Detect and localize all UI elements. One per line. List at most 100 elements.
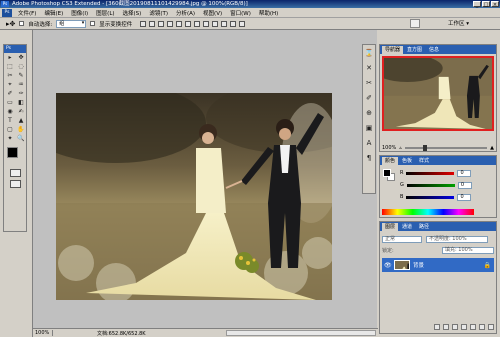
green-slider[interactable]	[406, 183, 455, 187]
align-top-icon[interactable]	[140, 20, 147, 27]
clone-source-icon[interactable]: ⊕	[365, 109, 374, 118]
menu-layer[interactable]: 图层(L)	[92, 9, 118, 17]
dodge-icon[interactable]: ◉	[5, 108, 15, 116]
menu-analysis[interactable]: 分析(A)	[172, 9, 199, 17]
distribute-hcenter-icon[interactable]	[230, 20, 237, 27]
path-select-icon[interactable]: ▲	[16, 117, 26, 125]
paragraph-icon[interactable]: ¶	[365, 154, 374, 163]
align-right-icon[interactable]	[185, 20, 192, 27]
auto-select-checkbox[interactable]	[19, 21, 25, 26]
type-icon[interactable]: T	[5, 117, 15, 125]
panel-foreground-swatch[interactable]	[383, 169, 391, 177]
eraser-icon[interactable]: ▭	[5, 99, 15, 107]
new-layer-icon[interactable]	[479, 324, 485, 330]
eyedropper-icon[interactable]: ✦	[5, 135, 15, 143]
green-value[interactable]: 0	[457, 181, 472, 189]
menu-image[interactable]: 图像(I)	[67, 9, 92, 17]
slice-icon[interactable]: ✎	[16, 72, 26, 80]
auto-select-dropdown[interactable]: 组	[56, 19, 87, 28]
new-group-icon[interactable]	[470, 324, 476, 330]
distribute-vcenter-icon[interactable]	[203, 20, 210, 27]
fill-field[interactable]: 填充: 100%	[442, 246, 494, 254]
distribute-bottom-icon[interactable]	[212, 20, 219, 27]
history-brush-icon[interactable]: ✑	[16, 90, 26, 98]
zoom-level[interactable]: 100%	[33, 330, 53, 336]
blue-slider[interactable]	[406, 195, 455, 199]
move-tool-icon[interactable]: ▸✥	[6, 20, 15, 28]
link-layers-icon[interactable]	[434, 324, 440, 330]
tab-channels[interactable]: 通道	[399, 223, 415, 231]
layer-comps-icon[interactable]: ▣	[365, 124, 374, 133]
foreground-color-swatch[interactable]	[7, 147, 18, 158]
shape-icon[interactable]: ▢	[5, 126, 15, 134]
visibility-eye-icon[interactable]: 👁	[384, 262, 392, 269]
tool-presets-icon[interactable]: ✂	[365, 79, 374, 88]
slider-handle[interactable]	[422, 144, 427, 151]
blend-mode-dropdown[interactable]: 正常	[382, 235, 422, 243]
tab-styles[interactable]: 样式	[416, 157, 432, 165]
tab-layers[interactable]: 图层	[382, 223, 399, 231]
maximize-button[interactable]: □	[482, 1, 490, 8]
menu-file[interactable]: 文件(F)	[14, 9, 40, 17]
actions-panel-icon[interactable]: ✕	[365, 64, 374, 73]
brushes-palette-icon[interactable]	[410, 19, 420, 28]
layer-mask-icon[interactable]	[452, 324, 458, 330]
marquee-icon[interactable]: ⬚	[5, 63, 15, 71]
align-hcenter-icon[interactable]	[176, 20, 183, 27]
menu-filter[interactable]: 滤镜(T)	[145, 9, 172, 17]
tab-paths[interactable]: 路径	[416, 223, 432, 231]
layer-row-background[interactable]: 👁 背景 🔒	[382, 258, 494, 272]
image-canvas[interactable]	[56, 93, 332, 300]
move-alt-icon[interactable]: ✥	[16, 54, 26, 62]
menu-select[interactable]: 选择(S)	[119, 9, 146, 17]
lasso-icon[interactable]: ◌	[16, 63, 26, 71]
hand-icon[interactable]: ✋	[16, 126, 26, 134]
red-slider[interactable]	[406, 171, 455, 175]
tab-histogram[interactable]: 直方图	[404, 46, 425, 54]
delete-layer-icon[interactable]	[488, 324, 494, 330]
healing-icon[interactable]: ⌖	[5, 81, 15, 89]
navigator-zoom-slider[interactable]	[404, 144, 488, 151]
show-transform-checkbox[interactable]	[90, 21, 96, 26]
menu-help[interactable]: 帮助(H)	[255, 9, 282, 17]
tab-navigator[interactable]: 导航器	[382, 46, 404, 54]
tab-color[interactable]: 颜色	[382, 157, 399, 165]
distribute-right-icon[interactable]	[239, 20, 246, 27]
tab-swatches[interactable]: 色板	[399, 157, 415, 165]
red-value[interactable]: 0	[457, 169, 472, 177]
zoom-out-icon[interactable]: ▵	[399, 145, 402, 151]
blue-value[interactable]: 0	[457, 193, 472, 201]
zoom-icon[interactable]: 🔍	[16, 135, 26, 143]
zoom-in-icon[interactable]: ▲	[490, 145, 494, 151]
brushes-icon[interactable]: ✐	[365, 94, 374, 103]
distribute-top-icon[interactable]	[194, 20, 201, 27]
history-panel-icon[interactable]: ⌛	[365, 49, 374, 58]
align-vcenter-icon[interactable]	[149, 20, 156, 27]
character-icon[interactable]: A	[365, 139, 374, 148]
horizontal-scrollbar[interactable]	[226, 330, 376, 336]
navigator-thumbnail[interactable]	[382, 56, 494, 131]
move-icon[interactable]: ▸	[5, 54, 15, 62]
minimize-button[interactable]: _	[473, 1, 481, 8]
gradient-icon[interactable]: ◧	[16, 99, 26, 107]
align-bottom-icon[interactable]	[158, 20, 165, 27]
layer-style-icon[interactable]	[443, 324, 449, 330]
menu-view[interactable]: 视图(V)	[199, 9, 226, 17]
menu-window[interactable]: 窗口(W)	[226, 9, 255, 17]
clone-stamp-icon[interactable]: ✐	[5, 90, 15, 98]
adjustment-layer-icon[interactable]	[461, 324, 467, 330]
close-button[interactable]: ×	[491, 1, 499, 8]
brush-icon[interactable]: ♒	[16, 81, 26, 89]
distribute-left-icon[interactable]	[221, 20, 228, 27]
opacity-field[interactable]: 不透明度: 100%	[426, 235, 488, 243]
pen-icon[interactable]: ✍	[16, 108, 26, 116]
workspace-button[interactable]: 工作区 ▾	[445, 20, 472, 28]
align-left-icon[interactable]	[167, 20, 174, 27]
quick-mask-icon[interactable]	[10, 169, 21, 177]
navigator-zoom-value[interactable]: 100%	[382, 145, 396, 151]
crop-icon[interactable]: ✂	[5, 72, 15, 80]
screen-mode-icon[interactable]	[10, 180, 21, 188]
tab-info[interactable]: 信息	[426, 46, 442, 54]
color-spectrum-bar[interactable]	[382, 209, 474, 215]
menu-edit[interactable]: 编辑(E)	[40, 9, 67, 17]
